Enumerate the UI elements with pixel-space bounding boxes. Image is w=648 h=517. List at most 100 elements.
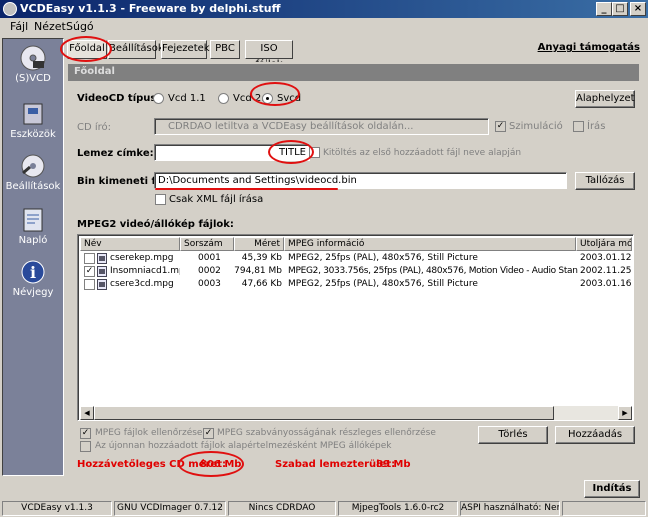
- reset-button[interactable]: Alaphelyzet: [575, 90, 635, 108]
- file-mpeg-info: MPEG2, 25fps (PAL), 480x576, Still Pictu…: [288, 253, 478, 263]
- file-modified: 2003.01.12.: [580, 253, 632, 263]
- file-number: 0001: [198, 253, 221, 263]
- status-aspi: ASPI használható: Nem: [460, 501, 560, 516]
- check-mpeg-checkbox[interactable]: ✓: [80, 428, 91, 439]
- row-checkbox[interactable]: [84, 279, 95, 290]
- sidebar-item-label: Napló: [18, 235, 48, 246]
- row-checkbox[interactable]: [84, 253, 95, 264]
- sidebar-item-label: Eszközök: [10, 129, 56, 140]
- menu-view[interactable]: Nézet: [34, 20, 66, 33]
- info-icon: i: [21, 260, 45, 284]
- file-modified: 2003.01.16.: [580, 279, 632, 289]
- cd-writer-label: CD író:: [77, 122, 112, 133]
- cd-writer-value: CDRDAO letiltva a VCDEasy beállítások ol…: [168, 121, 414, 132]
- file-mpeg-info: MPEG2, 3033.756s, 25fps (PAL), 480x576, …: [288, 266, 578, 276]
- annotation-underline-bin: [155, 188, 338, 190]
- add-as-still-checkbox[interactable]: [80, 441, 91, 452]
- status-vcdimager: GNU VCDImager 0.7.12: [114, 501, 226, 516]
- svg-text:i: i: [30, 263, 36, 282]
- col-modified[interactable]: Utoljára mó: [576, 237, 632, 251]
- status-version: VCDEasy v1.1.3: [2, 501, 112, 516]
- annotation-circle-size: [178, 451, 244, 477]
- file-name: cserekep.mpg: [110, 253, 174, 263]
- sidebar-item-label: Beállítások: [5, 181, 61, 192]
- mpeg-file-icon: [97, 266, 107, 277]
- radio-vcd11[interactable]: [153, 93, 164, 104]
- file-name: Insomniacd1.mpg: [110, 266, 180, 276]
- title-bar: VCDEasy v1.1.3 - Freeware by delphi.stuf…: [0, 0, 648, 18]
- horizontal-scrollbar[interactable]: ◀ ▶: [80, 406, 632, 420]
- menu-file[interactable]: Fájl: [10, 20, 28, 33]
- bin-output-input[interactable]: D:\Documents and Settings\videocd.bin: [154, 172, 567, 189]
- simulation-checkbox[interactable]: ✓: [495, 121, 506, 132]
- minimize-button[interactable]: _: [596, 2, 612, 16]
- annotation-circle-svcd: [250, 82, 300, 106]
- close-button[interactable]: ×: [630, 2, 646, 16]
- tools-icon: [23, 103, 43, 125]
- file-list[interactable]: Név Sorszám Méret MPEG információ Utoljá…: [77, 234, 634, 421]
- check-std-label: MPEG szabványosságának részleges ellenőr…: [217, 428, 436, 438]
- sidebar-item-label: Névjegy: [12, 287, 54, 298]
- simulation-label: Szimuláció: [509, 121, 563, 132]
- tab-pbc[interactable]: PBC: [210, 40, 240, 59]
- mpeg-file-icon: [97, 253, 107, 264]
- sidebar: (S)VCD Eszközök Beállítások Napló i Névj…: [2, 38, 64, 476]
- col-mpeg-info[interactable]: MPEG információ: [284, 237, 576, 251]
- menu-help[interactable]: Súgó: [66, 20, 94, 33]
- auto-label-text: Kitöltés az első hozzáadott fájl neve al…: [323, 148, 522, 158]
- row-checkbox[interactable]: ✓: [84, 266, 95, 277]
- file-modified: 2002.11.25.: [580, 266, 632, 276]
- browse-button[interactable]: Tallózás: [575, 172, 635, 190]
- sidebar-item-tools[interactable]: Eszközök: [3, 101, 63, 140]
- tab-settings[interactable]: Beállítások: [108, 40, 164, 59]
- files-heading: MPEG2 videó/állókép fájlok:: [77, 219, 234, 230]
- check-std-checkbox[interactable]: ✓: [203, 428, 214, 439]
- status-mjpegtools: MjpegTools 1.6.0-rc2: [338, 501, 458, 516]
- write-checkbox[interactable]: [573, 121, 584, 132]
- annotation-circle-title: [268, 140, 314, 164]
- check-mpeg-label: MPEG fájlok ellenőrzése: [95, 428, 203, 438]
- xml-only-checkbox[interactable]: [155, 194, 166, 205]
- videocd-type-label: VideoCD típus:: [77, 93, 161, 104]
- delete-button[interactable]: Törlés: [478, 426, 548, 444]
- table-row[interactable]: ✓ Insomniacd1.mpg 0002 794,81 Mb MPEG2, …: [80, 265, 632, 278]
- maximize-button[interactable]: □: [612, 2, 628, 16]
- file-name: csere3cd.mpg: [110, 279, 174, 289]
- panel-title: Főoldal: [68, 64, 639, 81]
- status-cdrdao: Nincs CDRDAO: [228, 501, 336, 516]
- write-label: Írás: [587, 121, 606, 132]
- add-button[interactable]: Hozzáadás: [555, 426, 635, 444]
- menu-bar: Fájl Nézet Súgó: [0, 18, 648, 36]
- mpeg-file-icon: [97, 279, 107, 290]
- xml-only-label: Csak XML fájl írása: [169, 194, 264, 205]
- sidebar-item-svcd[interactable]: (S)VCD: [3, 45, 63, 84]
- sidebar-item-about[interactable]: i Névjegy: [3, 259, 63, 298]
- annotation-circle-tab: [60, 36, 112, 62]
- tab-chapters[interactable]: Fejezetek: [161, 40, 210, 59]
- disc-icon: [20, 45, 46, 71]
- cd-writer-select[interactable]: CDRDAO letiltva a VCDEasy beállítások ol…: [154, 118, 489, 135]
- add-as-still-label: Az újonnan hozzáadott fájlok alapértelme…: [95, 441, 392, 451]
- table-row[interactable]: cserekep.mpg 0001 45,39 Kb MPEG2, 25fps …: [80, 252, 632, 265]
- table-row[interactable]: csere3cd.mpg 0003 47,66 Kb MPEG2, 25fps …: [80, 278, 632, 291]
- col-size[interactable]: Méret: [234, 237, 284, 251]
- sidebar-item-settings[interactable]: Beállítások: [3, 153, 63, 192]
- start-button[interactable]: Indítás: [584, 480, 640, 498]
- app-icon: [3, 2, 17, 16]
- col-name[interactable]: Név: [80, 237, 180, 251]
- status-bar: VCDEasy v1.1.3 GNU VCDImager 0.7.12 Ninc…: [0, 500, 648, 517]
- tab-iso-files[interactable]: ISO fájlok: [245, 40, 293, 70]
- file-size: 794,81 Mb: [234, 266, 282, 276]
- support-link[interactable]: Anyagi támogatás: [538, 42, 640, 53]
- disc-label-label: Lemez címke:: [77, 148, 154, 159]
- scroll-right-button[interactable]: ▶: [618, 406, 632, 420]
- scroll-left-button[interactable]: ◀: [80, 406, 94, 420]
- sidebar-item-label: (S)VCD: [15, 73, 51, 84]
- free-space-value: 89 Mb: [376, 459, 411, 470]
- settings-disc-icon: [21, 154, 45, 178]
- window-title: VCDEasy v1.1.3 - Freeware by delphi.stuf…: [20, 2, 281, 15]
- radio-vcd20[interactable]: [218, 93, 229, 104]
- sidebar-item-log[interactable]: Napló: [3, 207, 63, 246]
- col-number[interactable]: Sorszám: [180, 237, 234, 251]
- scroll-thumb[interactable]: [94, 406, 554, 420]
